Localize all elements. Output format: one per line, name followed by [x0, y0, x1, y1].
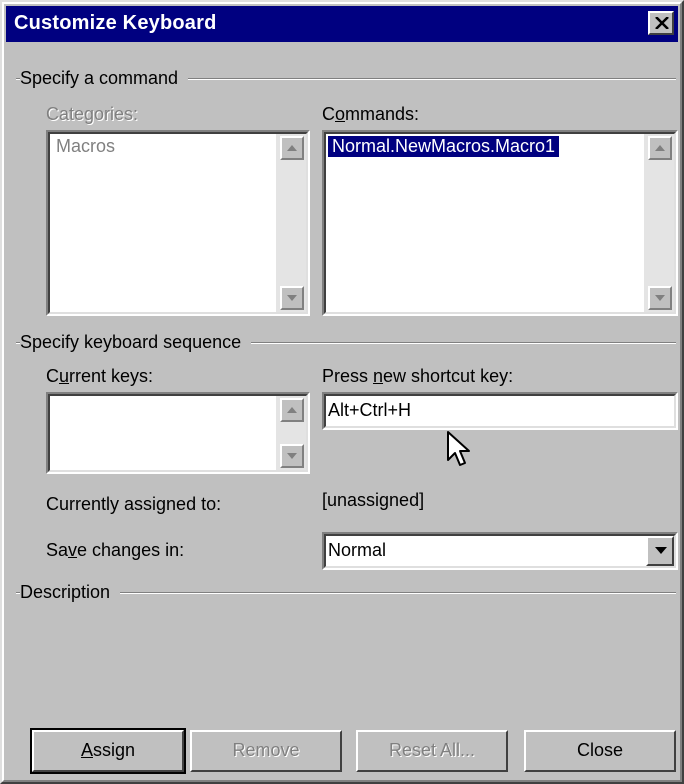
- mouse-pointer-icon: [447, 431, 470, 466]
- arrow-up-icon: [287, 407, 297, 413]
- chevron-down-icon: [655, 547, 667, 554]
- close-window-button[interactable]: [648, 11, 674, 35]
- close-x-icon: [655, 17, 669, 29]
- title-bar[interactable]: Customize Keyboard: [6, 6, 678, 42]
- reset-all-button[interactable]: Reset All...: [356, 730, 508, 772]
- commands-list[interactable]: Normal.NewMacros.Macro1: [322, 130, 678, 316]
- save-changes-value: Normal: [328, 540, 387, 560]
- new-shortcut-input[interactable]: Alt+Ctrl+H: [322, 392, 678, 430]
- assigned-value: [unassigned]: [322, 490, 425, 510]
- customize-keyboard-dialog: Customize Keyboard Specify a command Cat…: [0, 0, 684, 784]
- current-keys-list[interactable]: [46, 392, 310, 474]
- list-item[interactable]: Normal.NewMacros.Macro1: [328, 136, 560, 157]
- remove-button[interactable]: Remove: [190, 730, 342, 772]
- arrow-up-icon: [287, 145, 297, 151]
- scroll-up-button[interactable]: [280, 398, 304, 422]
- scroll-up-button[interactable]: [280, 136, 304, 160]
- categories-list[interactable]: Macros: [46, 130, 310, 316]
- group-label-command: Specify a command: [20, 68, 189, 89]
- assign-button-label: Assign: [80, 740, 136, 760]
- categories-label: Categories:: [46, 104, 139, 124]
- save-changes-select[interactable]: Normal: [322, 532, 678, 570]
- scroll-down-button[interactable]: [648, 286, 672, 310]
- group-label-description: Description: [20, 582, 121, 603]
- close-button[interactable]: Close: [524, 730, 676, 772]
- scroll-down-button[interactable]: [280, 286, 304, 310]
- save-changes-label: Save changes in:: [46, 540, 185, 560]
- assign-button[interactable]: Assign: [30, 728, 186, 774]
- dropdown-button[interactable]: [646, 536, 674, 566]
- window-title: Customize Keyboard: [14, 12, 217, 34]
- scroll-up-button[interactable]: [648, 136, 672, 160]
- arrow-down-icon: [287, 295, 297, 301]
- current-keys-scrollbar[interactable]: [276, 396, 306, 470]
- new-shortcut-value: Alt+Ctrl+H: [328, 400, 412, 420]
- list-item[interactable]: Macros: [52, 136, 119, 157]
- arrow-down-icon: [655, 295, 665, 301]
- categories-scrollbar[interactable]: [276, 134, 306, 312]
- arrow-up-icon: [655, 145, 665, 151]
- scroll-down-button[interactable]: [280, 444, 304, 468]
- arrow-down-icon: [287, 453, 297, 459]
- current-keys-label: Current keys:: [46, 366, 154, 386]
- assigned-label: Currently assigned to:: [46, 494, 222, 514]
- commands-scrollbar[interactable]: [644, 134, 674, 312]
- commands-label: Commands:: [322, 104, 420, 124]
- new-shortcut-label: Press new shortcut key:: [322, 366, 514, 386]
- group-label-keyboard: Specify keyboard sequence: [20, 332, 252, 353]
